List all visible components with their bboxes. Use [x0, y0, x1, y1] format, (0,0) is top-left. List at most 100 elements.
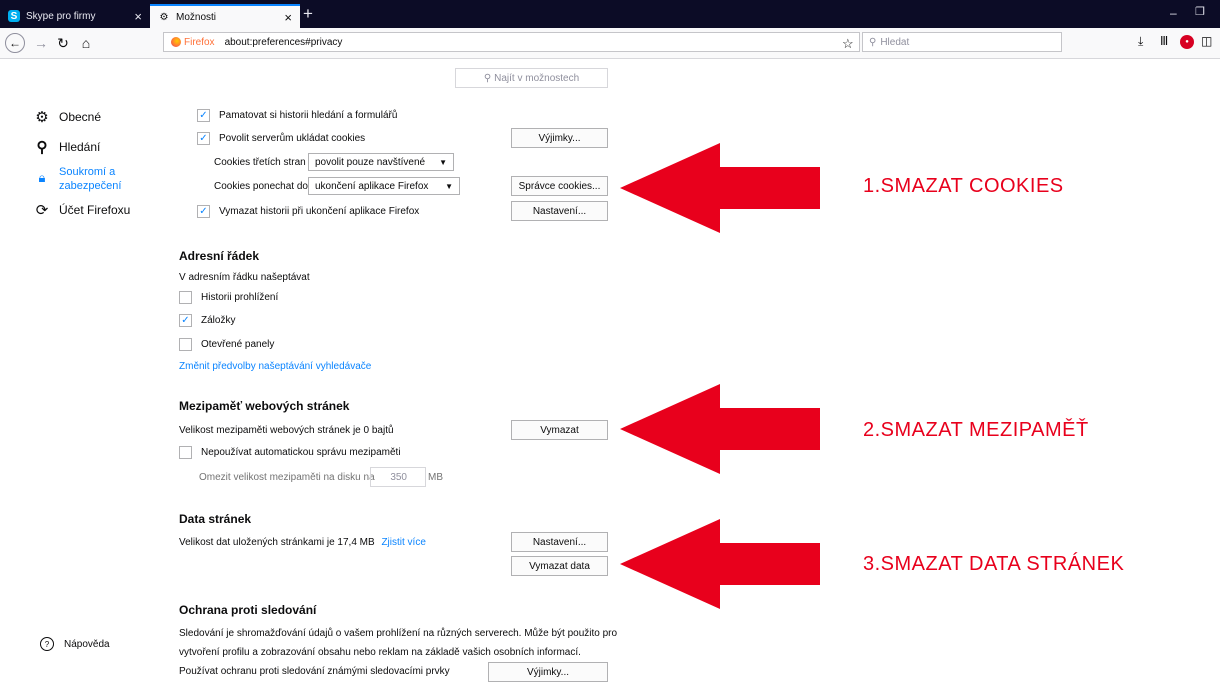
checkbox[interactable] [179, 338, 192, 351]
help-link[interactable]: ? Nápověda [40, 637, 110, 651]
third-party-label: Cookies třetích stran [214, 157, 306, 168]
category-label: Účet Firefoxu [59, 203, 131, 217]
suggest-bookmarks-label: Záložky [201, 315, 236, 326]
clear-on-close-row[interactable]: ✓ Vymazat historii při ukončení aplikace… [197, 205, 419, 218]
firefox-icon [171, 37, 181, 47]
new-tab-button[interactable]: + [303, 4, 313, 24]
tracking-desc-1: Sledování je shromažďování údajů o vašem… [179, 628, 618, 639]
tab-title: Možnosti [176, 11, 217, 23]
accept-cookies-label: Povolit serverům ukládat cookies [219, 133, 366, 144]
address-bar-subtitle: V adresním řádku našeptávat [179, 272, 310, 283]
override-cache-row[interactable]: Nepoužívat automatickou správu mezipamět… [179, 446, 401, 459]
address-bar-heading: Adresní řádek [179, 249, 260, 263]
select-value: povolit pouze navštívené [315, 156, 426, 168]
manage-cookies-button[interactable]: Správce cookies... [511, 176, 608, 196]
annotation-step-3: 3.SMAZAT DATA STRÁNEK [863, 553, 1125, 575]
extension-icon[interactable]: ● [1180, 35, 1194, 49]
checkbox[interactable] [179, 446, 192, 459]
checkbox[interactable]: ✓ [179, 314, 192, 327]
suggest-history-label: Historii prohlížení [201, 292, 279, 303]
tracking-heading: Ochrana proti sledování [179, 603, 317, 617]
search-icon: ⚲ [483, 72, 492, 84]
clear-on-close-label: Vymazat historii při ukončení aplikace F… [219, 206, 420, 217]
annotation-step-1: 1.SMAZAT COOKIES [863, 175, 1064, 197]
search-suggestion-prefs-link[interactable]: Změnit předvolby našeptávání vyhledávače [179, 361, 371, 372]
bookmark-star-icon[interactable]: ☆ [842, 36, 854, 52]
category-search[interactable]: ⚲ Hledání [33, 138, 101, 156]
arrow-left-icon [620, 519, 820, 609]
site-data-size-text: Velikost dat uložených stránkami je 17,4… [179, 537, 426, 548]
learn-more-link[interactable]: Zjistit více [381, 537, 425, 548]
remember-search-row[interactable]: ✓ Pamatovat si historii hledání a formul… [197, 109, 397, 122]
restore-icon[interactable]: ❐ [1195, 5, 1205, 18]
cookie-exceptions-button[interactable]: Výjimky... [511, 128, 608, 148]
cache-limit-value: 350 [390, 471, 407, 483]
category-label: Hledání [59, 140, 101, 154]
site-data-size: Velikost dat uložených stránkami je 17,4… [179, 537, 375, 548]
accept-cookies-row[interactable]: ✓ Povolit serverům ukládat cookies [197, 132, 365, 145]
forward-arrow-icon[interactable]: → [31, 33, 51, 53]
tracking-desc-2: vytvoření profilu a zobrazování obsahu n… [179, 647, 581, 658]
library-icon[interactable]: Ⅲ [1160, 34, 1168, 48]
checkbox[interactable] [179, 291, 192, 304]
home-icon[interactable]: ⌂ [76, 33, 96, 53]
url-text[interactable]: about:preferences#privacy [225, 37, 343, 48]
clear-site-data-button[interactable]: Vymazat data [511, 556, 608, 576]
back-arrow-icon[interactable]: ← [5, 33, 25, 53]
suggest-tabs-row[interactable]: Otevřené panely [179, 338, 274, 351]
cache-size-text: Velikost mezipaměti webových stránek je … [179, 425, 394, 436]
sidebar-icon[interactable]: ◫ [1201, 34, 1212, 48]
reload-icon[interactable]: ↻ [53, 33, 73, 53]
chevron-down-icon: ▼ [439, 157, 447, 167]
category-label: Soukromí a zabezpečení [59, 166, 122, 192]
gear-icon: ⚙ [159, 11, 169, 23]
third-party-select[interactable]: povolit pouze navštívené ▼ [308, 153, 454, 171]
download-icon[interactable]: ⤓ [1138, 34, 1143, 49]
override-cache-label: Nepoužívat automatickou správu mezipamět… [201, 447, 401, 458]
minimize-icon[interactable]: – [1170, 6, 1177, 20]
search-icon: ⚲ [869, 36, 877, 48]
keep-until-label: Cookies ponechat do [214, 181, 308, 192]
gear-icon: ⚙ [35, 109, 49, 126]
tracking-exceptions-button[interactable]: Výjimky... [488, 662, 608, 682]
identity-label: Firefox [184, 36, 215, 48]
history-settings-button[interactable]: Nastavení... [511, 201, 608, 221]
category-label: Obecné [59, 110, 102, 124]
search-placeholder: Hledat [880, 36, 910, 48]
site-data-settings-button[interactable]: Nastavení... [511, 532, 608, 552]
help-icon: ? [40, 637, 54, 651]
skype-icon: S [8, 10, 20, 22]
checkbox[interactable]: ✓ [197, 132, 210, 145]
clear-cache-button[interactable]: Vymazat [511, 420, 608, 440]
checkbox[interactable]: ✓ [197, 109, 210, 122]
url-bar[interactable]: Firefox about:preferences#privacy [163, 32, 860, 52]
suggest-history-row[interactable]: Historii prohlížení [179, 291, 278, 304]
tracking-use-label: Používat ochranu proti sledování známými… [179, 666, 450, 677]
suggest-bookmarks-row[interactable]: ✓ Záložky [179, 314, 235, 327]
cache-limit-unit: MB [428, 472, 443, 483]
search-icon: ⚲ [36, 139, 48, 156]
help-label: Nápověda [64, 638, 110, 650]
cache-heading: Mezipaměť webových stránek [179, 399, 350, 413]
arrow-left-icon [620, 384, 820, 474]
site-data-heading: Data stránek [179, 512, 252, 526]
lock-icon: 🔒︎ [38, 170, 46, 185]
category-general[interactable]: ⚙ Obecné [33, 108, 101, 126]
tab-skype[interactable]: S Skype pro firmy × [0, 4, 150, 28]
search-input[interactable]: ⚲ Hledat [862, 32, 1062, 52]
arrow-left-icon [620, 143, 820, 233]
keep-until-select[interactable]: ukončení aplikace Firefox ▼ [308, 177, 460, 195]
category-sync[interactable]: ⟳ Účet Firefoxu [33, 201, 131, 219]
cache-limit-input[interactable]: 350 [370, 467, 426, 487]
category-privacy[interactable]: 🔒︎ Soukromí a zabezpečení [33, 165, 123, 193]
annotation-step-2: 2.SMAZAT MEZIPAMĚŤ [863, 419, 1089, 441]
checkbox[interactable]: ✓ [197, 205, 210, 218]
close-icon[interactable]: × [134, 9, 142, 24]
tab-options[interactable]: ⚙ Možnosti × [150, 4, 300, 28]
tab-title: Skype pro firmy [26, 10, 96, 22]
remember-search-label: Pamatovat si historii hledání a formulář… [219, 110, 398, 121]
find-placeholder: Najít v možnostech [494, 72, 580, 84]
find-in-options-input[interactable]: ⚲ Najít v možnostech [455, 68, 608, 88]
close-icon[interactable]: × [284, 10, 292, 25]
select-value: ukončení aplikace Firefox [315, 180, 429, 192]
